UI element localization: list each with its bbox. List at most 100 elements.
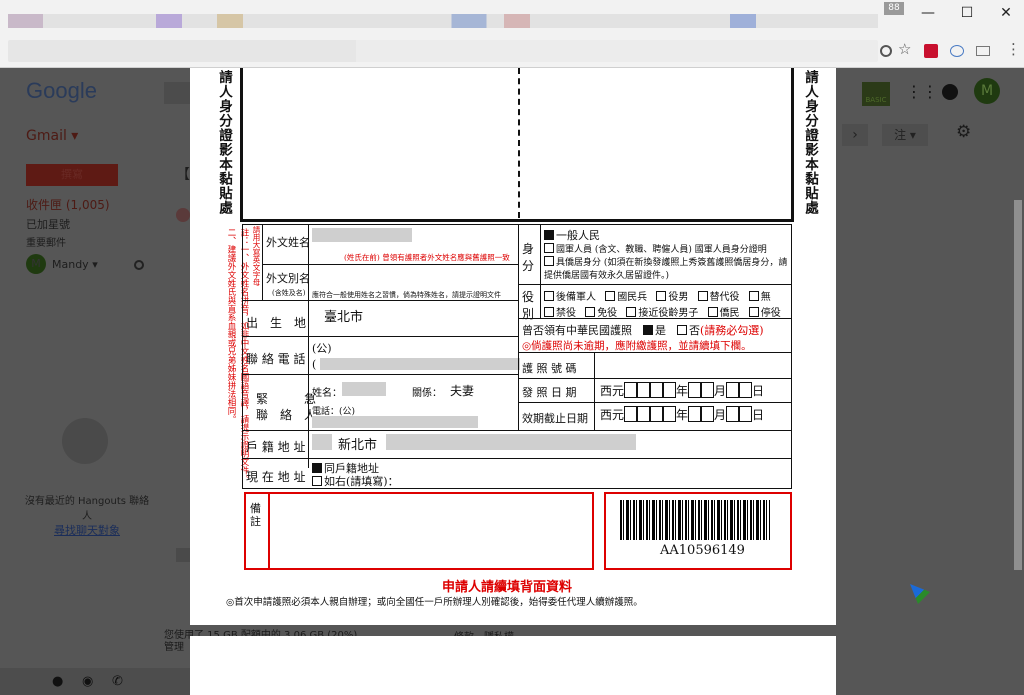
ec-relation-value: 夫妻 [450,384,475,398]
next-arrow-icon[interactable]: › [842,124,868,146]
avatar[interactable]: M [26,254,46,274]
identity-opt-1[interactable]: 一般人民 [544,227,600,243]
extension2-icon[interactable] [950,45,964,57]
hangouts-icon [62,418,108,464]
contacts-bar [0,668,190,695]
birthplace-label: 出 生 地 [246,316,307,330]
starred-link[interactable]: 已加星號 [26,216,70,232]
manage-link[interactable]: 管理 [164,638,184,653]
phone-home: ( [312,358,317,371]
line [242,336,518,337]
notifications-icon[interactable] [942,84,958,100]
other-addr-text: 如右(請填寫)： [324,475,399,488]
yes-text: 是 [655,324,666,337]
basic-badge: BASIC [862,82,890,106]
service-militia: 國民兵 [617,292,648,303]
user-name[interactable]: Mandy ▾ [52,258,98,271]
caps-note: 請用大寫英文字母 [252,226,261,286]
close-icon[interactable]: ✕ [994,4,1018,22]
identity-opt-3[interactable]: 具僑居身分 (如須在新換發護照上秀簽舊護照僑居身分，請提供僑居國有效永久居留證件… [544,256,790,283]
minimize-icon[interactable]: — [916,4,940,22]
menu-icon[interactable]: ⋮ [1006,40,1021,58]
line [242,458,792,459]
redacted-household-2 [386,434,636,450]
toolbar-more[interactable]: 注 ▾ [882,124,928,146]
search-people-icon[interactable] [134,260,144,270]
expired-note: ◎倘護照尚未逾期，應附繳護照，並請續填下欄。 [522,340,752,352]
expiry-date-fields[interactable]: 西元 年 月 日 [600,406,764,423]
browser-chrome: 88 — ☐ ✕ ☆ ⋮ [0,0,1024,68]
maximize-icon[interactable]: ☐ [955,4,979,22]
address-bar[interactable] [8,40,878,62]
service-reserve: 後備軍人 [556,292,596,303]
no-text: 否 [689,324,700,337]
service-alternative: 替代役 [709,292,740,303]
emergency-label-2: 聯 絡 人 [256,408,317,422]
footer-note: ◎首次申請護照必須本人親自辦理；或向全國任一戶所辦理人別確認後，始得委任代理人續… [226,597,643,608]
line [262,224,263,300]
account-avatar[interactable]: M [974,78,1000,104]
expiry-month: 月 [714,408,727,422]
inbox-link[interactable]: 收件匣 (1,005) [26,196,110,213]
checkbox-same[interactable] [312,463,322,473]
tab-strip[interactable] [8,14,878,28]
person-icon[interactable]: ● [52,674,63,689]
chat-icon[interactable]: ◉ [82,674,93,689]
id-photo-area [240,68,794,222]
phone-office: (公) [312,342,332,355]
line [518,284,792,285]
phone-label: 聯 絡 電 話 [246,352,306,366]
line [308,300,309,468]
line [242,300,518,301]
checkbox-military[interactable] [544,243,554,253]
redacted-ec-phone [312,416,478,428]
star-icon[interactable]: ☆ [898,40,911,58]
hangouts-empty: 沒有最近的 Hangouts 聯絡人 [24,496,150,522]
compose-button[interactable]: 撰寫 [26,164,118,186]
important-link[interactable]: 重要郵件 [26,234,66,249]
service-conscript: 役男 [668,292,689,303]
issue-date-label: 發 照 日 期 [522,386,577,399]
reply-avatar [176,208,190,222]
checkbox-yes[interactable] [643,325,653,335]
checkbox-overseas[interactable] [544,256,554,266]
other-addr-option[interactable]: 如右(請填寫)： [312,473,399,489]
form-page: 請人身分證影本黏貼處 請人身分證影本黏貼處 註：一、外文姓名拼音，如非中文姓名國… [190,68,836,625]
line [242,430,792,431]
checkbox-no[interactable] [677,325,687,335]
line [518,352,792,353]
passport-question: 曾否領有中華民國護照 是 否(請務必勾選) [522,322,764,338]
alias-sub: (含姓及名) [272,289,306,297]
zoom-icon[interactable] [880,45,892,57]
phone-icon[interactable]: ✆ [112,674,123,689]
find-people-link[interactable]: 尋找聊天對象 [54,522,120,538]
redacted-ec-name [342,382,386,396]
extension-icon[interactable] [924,44,938,58]
ec-name: 姓名： [312,388,342,399]
remarks-label: 備 註 [250,502,305,528]
service-row-2[interactable]: 禁役 免役 接近役齡男子 僑民 停役 [544,304,781,319]
subject-prefix: 【 [176,167,190,183]
photo-divider [518,68,520,218]
redacted-household-1 [312,434,332,450]
continue-back: 申請人請續填背面資料 [442,580,573,595]
apps-icon[interactable]: ⋮⋮ [906,82,938,101]
checkbox-general[interactable] [544,230,554,240]
extension3-icon[interactable] [976,46,990,56]
redacted-name [312,228,412,242]
settings-icon[interactable]: ⚙ [956,122,971,142]
scrollbar[interactable] [1014,200,1022,570]
photo-label-left: 請人身分證影本黏貼處 [216,70,232,215]
alias-note: 應符合一般使用姓名之習慣，倘為特殊姓名，請提示證明文件 [312,291,501,299]
issue-date-fields[interactable]: 西元 年 月 日 [600,382,764,399]
current-addr-label: 現 在 地 址 [246,470,306,484]
expiry-day: 日 [752,408,765,422]
passport-no-label: 護 照 號 碼 [522,362,577,375]
expiry-date-label: 效期截止日期 [522,412,588,425]
identity-opt-2[interactable]: 國軍人員 (含文、教職、聘僱人員) 國軍人員身分證明 [544,242,767,255]
checkbox-other[interactable] [312,476,322,486]
foreign-name-label: 外文姓名 [266,236,310,249]
service-label: 役別 [522,290,535,321]
service-row-1[interactable]: 後備軍人 國民兵 役男 替代役 無 [544,288,771,303]
gmail-label[interactable]: Gmail ▾ [26,128,78,144]
